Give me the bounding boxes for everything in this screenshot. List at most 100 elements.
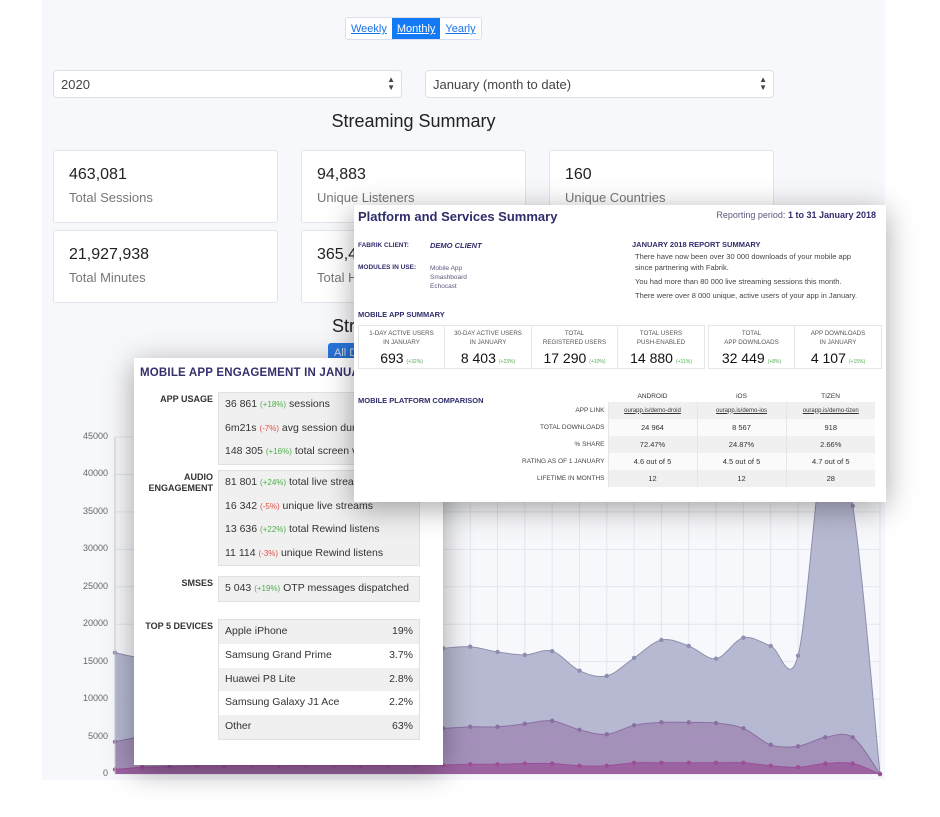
platform-comparison-table: ANDROID iOS TIZEN APP LINK ourapp.is/demo-dr… — [519, 390, 875, 487]
kpi-label-line: APP DOWNLOADS — [724, 339, 779, 346]
platform-header: iOS — [736, 392, 747, 400]
metric-change: (-3%) — [258, 548, 279, 558]
table-cell: 4.7 out of 5 — [785, 453, 875, 470]
device-name: Other — [225, 720, 252, 733]
y-tick-label: 35000 — [82, 505, 108, 516]
data-point — [686, 720, 691, 725]
kpi-label-line: TOTAL — [741, 330, 762, 337]
data-point — [823, 761, 828, 766]
data-point — [795, 765, 801, 770]
data-point — [549, 718, 555, 724]
data-point — [659, 720, 664, 725]
y-tick-label: 30000 — [82, 543, 108, 554]
kpi-label: TOTAL USERS PUSH-ENABLED — [618, 329, 704, 347]
data-point — [549, 648, 555, 654]
data-point — [522, 721, 528, 727]
data-point — [850, 761, 855, 766]
metric-text: total screen v — [294, 445, 358, 458]
kpi-tile: 1-DAY ACTIVE USERS IN JANUARY 693 (+32%) — [359, 326, 445, 368]
group-box: Apple iPhone 19% Samsung Grand Prime 3.7% Hu… — [218, 619, 420, 740]
data-point — [686, 643, 691, 649]
group-label: TOP 5 DEVICES — [145, 621, 213, 631]
table-cell: 28 — [785, 470, 875, 487]
metric-value: 36 861 — [225, 398, 258, 410]
kpi-tile: TOTAL REGISTERED USERS 17 290 (+10%) — [532, 326, 618, 368]
y-tick-label: 45000 — [82, 431, 108, 441]
device-row: Apple iPhone 19% — [219, 620, 419, 644]
app-link[interactable]: ourapp.is/demo-tizen — [785, 402, 875, 419]
metric-change: (+22%) — [260, 525, 287, 535]
data-point — [768, 763, 773, 768]
data-point — [659, 637, 664, 643]
engagement-title: MOBILE APP ENGAGEMENT IN JANUARY — [140, 367, 376, 379]
platform-summary-card: Platform and Services Summary Reporting … — [354, 205, 886, 502]
app-link[interactable]: ourapp.is/demo-droid — [607, 402, 697, 419]
data-point — [741, 760, 746, 765]
group-box: 5 043 (+19%) OTP messages dispatched — [218, 576, 420, 602]
kpi-value: 32 449 (+8%) — [709, 350, 794, 366]
data-point — [795, 653, 801, 658]
data-point — [631, 760, 637, 765]
kpi-label: TOTAL REGISTERED USERS — [532, 329, 617, 347]
group-label: APP USAGE — [160, 394, 213, 404]
kpi-label-line: TOTAL USERS — [639, 330, 683, 337]
data-point — [823, 735, 828, 740]
module-item: Smashboard — [430, 274, 467, 281]
report-line: There have now been over 30 000 download… — [635, 252, 851, 261]
kpi-label-line: PUSH-ENABLED — [636, 339, 686, 346]
report-line: You had more than 80 000 live streaming … — [635, 277, 842, 286]
kpi-change: (+15%) — [848, 359, 866, 365]
data-point — [713, 760, 719, 765]
platform-title: Platform and Services Summary — [358, 209, 558, 224]
kpi-value: 8 403 (+23%) — [445, 350, 531, 366]
report-summary-title: JANUARY 2018 REPORT SUMMARY — [632, 240, 761, 249]
kpi-number: 693 — [380, 350, 404, 366]
metric-value: 5 043 — [225, 582, 252, 594]
data-point — [495, 649, 500, 655]
kpi-label-line: 1-DAY ACTIVE USERS — [369, 330, 434, 337]
data-point — [850, 735, 855, 740]
metric-change: (+16%) — [265, 447, 292, 457]
data-point — [713, 720, 719, 726]
kpi-tile: 30-DAY ACTIVE USERS IN JANUARY 8 403 (+23%) — [445, 326, 531, 368]
kpi-change: (+11%) — [675, 359, 692, 365]
metric-value: 16 342 — [225, 499, 258, 512]
data-point — [768, 643, 773, 649]
kpi-label: 1-DAY ACTIVE USERS IN JANUARY — [359, 329, 444, 347]
data-point — [604, 732, 609, 737]
platform-header: TIZEN — [821, 392, 840, 400]
kpi-label: TOTAL APP DOWNLOADS — [709, 329, 794, 347]
table-row: APP LINK ourapp.is/demo-droid ourapp.is/de… — [519, 402, 875, 419]
kpi-label: 30-DAY ACTIVE USERS IN JANUARY — [445, 329, 531, 347]
table-cell: 4.5 out of 5 — [696, 453, 786, 470]
device-share: 3.7% — [389, 648, 413, 661]
kpi-label-line: REGISTERED USERS — [542, 339, 607, 346]
table-row: TOTAL DOWNLOADS 24 964 8 567 918 — [519, 419, 875, 436]
kpi-change: (+8%) — [767, 359, 782, 365]
metric-change: (+19%) — [254, 584, 281, 593]
kpi-label-line: APP DOWNLOADS — [810, 330, 866, 337]
kpi-value: 17 290 (+10%) — [532, 350, 617, 366]
device-share: 2.8% — [389, 672, 413, 685]
kpi-label-line: 30-DAY ACTIVE USERS — [454, 330, 522, 337]
metric-text: unique Rewind listens — [280, 546, 384, 559]
kpi-label-line: IN JANUARY — [819, 339, 857, 346]
data-point — [713, 656, 719, 661]
metric-value: 11 114 — [225, 546, 256, 559]
kpi-tile: TOTAL USERS PUSH-ENABLED 14 880 (+11%) — [618, 326, 704, 368]
data-point — [467, 724, 473, 730]
data-point — [877, 771, 883, 777]
device-row: Huawei P8 Lite 2.8% — [219, 668, 419, 692]
data-point — [522, 761, 528, 766]
app-link[interactable]: ourapp.is/demo-ios — [696, 402, 786, 419]
group-label: SMSES — [181, 578, 213, 588]
data-point — [768, 742, 773, 747]
kpi-change: (+32%) — [406, 359, 423, 365]
data-point — [577, 668, 582, 673]
data-point — [495, 724, 500, 730]
kpi-group: TOTAL APP DOWNLOADS 32 449 (+8%) APP DOWNLOA… — [708, 325, 882, 369]
table-cell: 12 — [696, 470, 786, 487]
data-point — [850, 503, 855, 509]
period-label: Reporting period: — [716, 210, 786, 220]
metric-text: OTP messages dispatched — [283, 582, 410, 594]
